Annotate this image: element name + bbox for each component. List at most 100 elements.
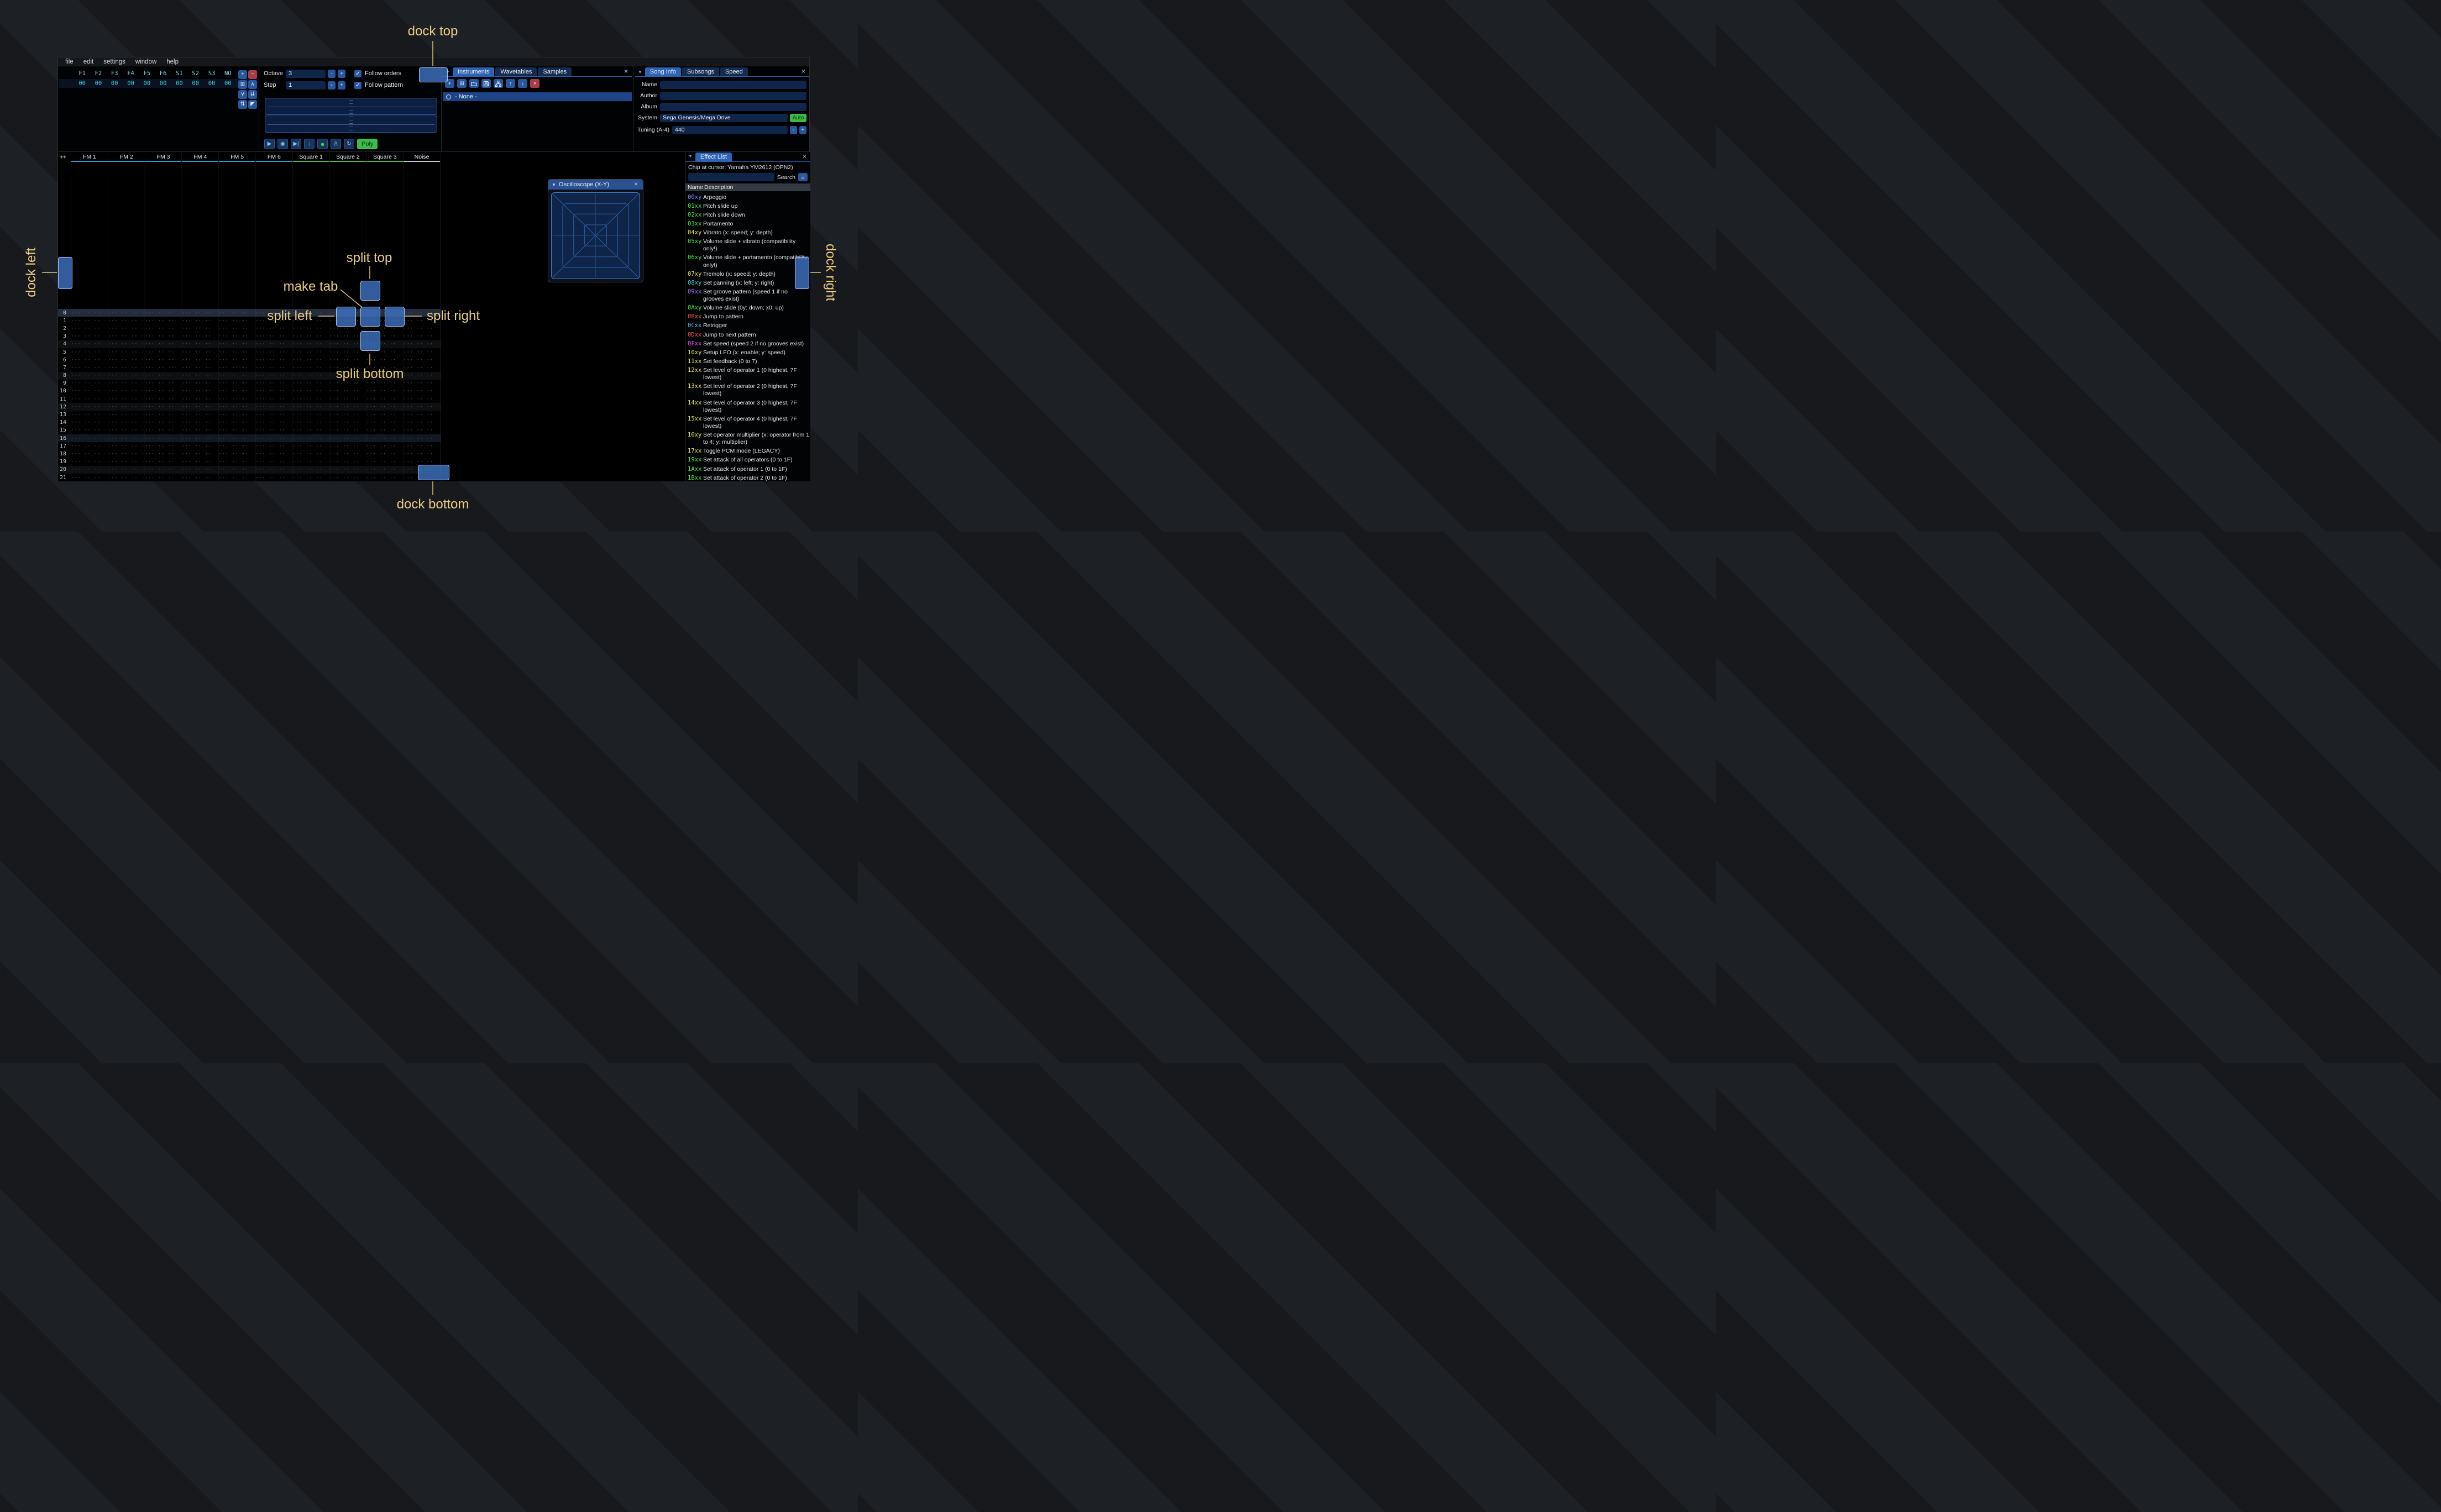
pattern-cell[interactable]: ··· ·· ·· ···· — [253, 412, 290, 418]
pattern-cell[interactable]: ··· ·· ·· ···· — [69, 404, 106, 410]
effect-row[interactable]: 05xy Volume slide + vibrato (compatibili… — [685, 238, 810, 254]
pattern-cell[interactable]: ··· ·· ·· ···· — [106, 333, 143, 339]
pattern-cell[interactable]: ··· ·· ·· ···· — [143, 451, 180, 457]
add-order-button[interactable]: + — [238, 70, 247, 79]
pattern-cell[interactable]: ··· ·· ·· ···· — [69, 443, 106, 449]
pattern-cell[interactable]: ··· ·· ·· ···· — [290, 435, 327, 442]
menu-item[interactable]: edit — [78, 59, 99, 65]
effect-row[interactable]: 13xx Set level of operator 2 (0 highest,… — [685, 382, 810, 398]
dock-left-target[interactable] — [58, 257, 72, 289]
pattern-cell[interactable]: ··· ·· ·· ···· — [69, 435, 106, 442]
pattern-cell[interactable]: ··· ·· ·· ···· — [290, 333, 327, 339]
pattern-cell[interactable]: ··· ·· ·· ···· — [69, 365, 106, 371]
octave-decrease-button[interactable]: - — [328, 69, 336, 78]
effect-row[interactable]: 16xy Set operator multiplier (x: operato… — [685, 431, 810, 447]
pattern-cell[interactable]: ··· ·· ·· ···· — [401, 404, 438, 410]
pattern-cell[interactable]: ··· ·· ·· ···· — [143, 475, 180, 481]
pattern-cell[interactable]: ··· ·· ·· ···· — [401, 357, 438, 363]
pattern-cell[interactable]: ··· ·· ·· ···· — [327, 427, 364, 433]
pattern-cell[interactable]: ··· ·· ·· ···· — [327, 466, 364, 473]
pattern-cell[interactable]: ··· ·· ·· ···· — [327, 459, 364, 465]
pattern-row[interactable]: 16 ··· ·· ·· ··· ·· ·· ·· · · · ·· ··· · · · · · … — [58, 434, 441, 443]
pattern-cell[interactable]: ··· ·· ·· ···· — [216, 451, 253, 457]
duplicate-instrument-button[interactable]: ⊞ — [457, 79, 467, 88]
pattern-cell[interactable]: ··· ·· ·· ···· — [106, 427, 143, 433]
effect-row[interactable]: 0Bxx Jump to pattern — [685, 313, 810, 322]
channel-header[interactable]: FM 1 — [71, 153, 108, 162]
close-icon[interactable]: × — [800, 67, 807, 76]
pattern-cell[interactable]: ··· ·· ·· ···· — [106, 349, 143, 355]
follow-pattern-checkbox[interactable]: ✓ — [354, 81, 362, 89]
pattern-cell[interactable]: ··· ·· ·· ···· — [401, 427, 438, 433]
pattern-cell[interactable]: ··· ·· ·· ···· — [179, 341, 216, 347]
pattern-cell[interactable]: ··· ·· ·· ···· — [327, 341, 364, 347]
pattern-cell[interactable]: ··· ·· ·· ···· — [216, 435, 253, 442]
pattern-cell[interactable]: ··· ·· ·· ···· — [327, 357, 364, 363]
pattern-cell[interactable]: ··· ·· ·· ···· — [179, 349, 216, 355]
channel-expand-corner[interactable]: ++ — [58, 153, 71, 162]
order-cell[interactable]: 00 — [139, 80, 155, 87]
close-icon[interactable]: × — [632, 180, 640, 189]
move-instrument-up-button[interactable]: ↑ — [506, 79, 515, 88]
pattern-cell[interactable]: ··· ·· ·· ···· — [69, 459, 106, 465]
pattern-cell[interactable]: ··· ·· ·· ···· — [106, 372, 143, 379]
pattern-cell[interactable]: ··· ·· ·· ···· — [327, 333, 364, 339]
clone-order-to-end-button[interactable]: ⇊ — [248, 90, 257, 99]
pattern-cell[interactable]: ··· ·· ·· ···· — [253, 466, 290, 473]
make-tab-target[interactable] — [360, 307, 380, 327]
pattern-cell[interactable]: ··· ·· ·· ···· — [69, 357, 106, 363]
follow-orders-checkbox[interactable]: ✓ — [354, 70, 362, 77]
pattern-cell[interactable]: ··· ·· ·· ···· — [69, 349, 106, 355]
pattern-cell[interactable]: ··· ·· ·· ···· — [179, 357, 216, 363]
pattern-cell[interactable]: ··· ·· ·· ···· — [401, 396, 438, 402]
pattern-cell[interactable]: ··· ·· ·· ···· — [290, 341, 327, 347]
collapse-arrow-icon[interactable]: ▼ — [688, 154, 693, 159]
pattern-cell[interactable]: ··· ·· ·· ···· — [179, 310, 216, 316]
pattern-cell[interactable]: ··· ·· ·· ···· — [143, 427, 180, 433]
pattern-cell[interactable]: ··· ·· ·· ···· — [364, 412, 401, 418]
step-increase-button[interactable]: + — [338, 81, 345, 90]
pattern-cell[interactable]: ··· ·· ·· ···· — [69, 310, 106, 316]
pattern-cell[interactable]: ··· ·· ·· ···· — [253, 427, 290, 433]
effect-list-tab[interactable]: Effect List — [695, 152, 732, 161]
pattern-cell[interactable]: ··· ·· ·· ···· — [143, 318, 180, 324]
effect-row[interactable]: 0Cxx Retrigger — [685, 322, 810, 330]
pattern-cell[interactable]: ··· ·· ·· ···· — [253, 475, 290, 481]
pattern-cell[interactable]: ··· ·· ·· ···· — [364, 357, 401, 363]
effect-row[interactable]: 12xx Set level of operator 1 (0 highest,… — [685, 366, 810, 382]
pattern-cell[interactable]: ··· ·· ·· ···· — [327, 435, 364, 442]
pattern-cell[interactable]: ··· ·· ·· ···· — [69, 412, 106, 418]
pattern-cell[interactable]: ··· ·· ·· ···· — [143, 443, 180, 449]
pattern-cell[interactable]: ··· ·· ·· ···· — [216, 318, 253, 324]
pattern-cell[interactable]: ··· ·· ·· ···· — [143, 404, 180, 410]
pattern-cell[interactable]: ··· ·· ·· ···· — [290, 412, 327, 418]
pattern-cell[interactable]: ··· ·· ·· ···· — [143, 341, 180, 347]
effect-row[interactable]: 15xx Set level of operator 4 (0 highest,… — [685, 414, 810, 431]
pattern-cell[interactable]: ··· ·· ·· ···· — [290, 372, 327, 379]
pattern-cell[interactable]: ··· ·· ·· ···· — [253, 435, 290, 442]
pattern-cell[interactable]: ··· ·· ·· ···· — [253, 349, 290, 355]
pattern-cell[interactable]: ··· ·· ·· ···· — [69, 341, 106, 347]
pattern-cell[interactable]: ··· ·· ·· ···· — [401, 333, 438, 339]
pattern-cell[interactable]: ··· ·· ·· ···· — [179, 435, 216, 442]
pattern-cell[interactable]: ··· ·· ·· ···· — [401, 412, 438, 418]
move-instrument-down-button[interactable]: ↓ — [518, 79, 527, 88]
effect-search-input[interactable] — [688, 173, 774, 181]
dock-top-target[interactable] — [419, 67, 448, 82]
pattern-cell[interactable]: ··· ·· ·· ···· — [179, 451, 216, 457]
pattern-cell[interactable]: ··· ·· ·· ···· — [253, 380, 290, 386]
pattern-cell[interactable]: ··· ·· ·· ···· — [327, 443, 364, 449]
pattern-cell[interactable]: ··· ·· ·· ···· — [364, 443, 401, 449]
pattern-cell[interactable]: ··· ·· ·· ···· — [216, 357, 253, 363]
pattern-cell[interactable]: ··· ·· ·· ···· — [216, 333, 253, 339]
octave-increase-button[interactable]: + — [338, 69, 345, 78]
pattern-cell[interactable]: ··· ·· ·· ···· — [179, 443, 216, 449]
pattern-cell[interactable]: ··· ·· ·· ···· — [106, 310, 143, 316]
pattern-cell[interactable]: ··· ·· ·· ···· — [401, 451, 438, 457]
octave-input[interactable] — [286, 69, 326, 78]
pattern-cell[interactable]: ··· ·· ·· ···· — [253, 326, 290, 332]
order-cell[interactable]: 00 — [123, 80, 139, 87]
order-cell[interactable]: 00 — [155, 80, 171, 87]
pattern-cell[interactable]: ··· ·· ·· ···· — [69, 396, 106, 402]
pattern-row[interactable]: 13 ··· ·· ·· ··· ·· ·· ·· · · · ·· ··· · · · · · … — [58, 411, 441, 418]
